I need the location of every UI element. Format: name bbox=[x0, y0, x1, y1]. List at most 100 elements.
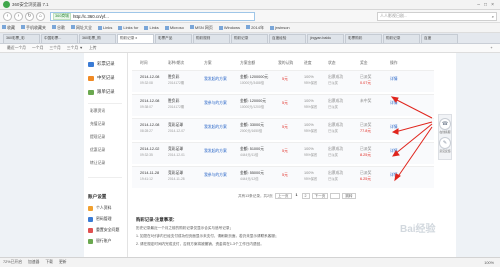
url-text[interactable]: http://c.360.cn/yf... bbox=[73, 14, 109, 19]
account-icon bbox=[88, 238, 93, 244]
account-item[interactable]: 银行账户 bbox=[88, 238, 112, 244]
bookmark-item[interactable]: Links bbox=[98, 25, 112, 30]
record-date: 2014-12-08 bbox=[140, 123, 160, 127]
plan-link[interactable]: 我发起的方案 bbox=[204, 77, 227, 82]
plan-link[interactable]: 我参与的方案 bbox=[204, 173, 227, 178]
browser-tab[interactable]: 购彩规则 bbox=[193, 34, 230, 43]
minimize-icon[interactable]: – bbox=[477, 2, 480, 8]
home-button[interactable]: ⌂ bbox=[36, 11, 45, 21]
browser-tab[interactable]: 购彩记录 bbox=[231, 34, 268, 43]
next-page-button[interactable]: 下一页 bbox=[311, 193, 329, 199]
sidebar-item[interactable]: 跟单记录 bbox=[88, 89, 115, 95]
record-icon bbox=[88, 89, 94, 95]
status-item[interactable]: 更新 bbox=[59, 260, 67, 265]
bookmark-icon bbox=[2, 25, 6, 30]
maximize-icon[interactable]: □ bbox=[484, 2, 487, 8]
sidebar-divider bbox=[88, 103, 122, 104]
ticket-status: 出票成功 bbox=[328, 171, 344, 175]
browser-tab[interactable]: jingyan.baidu bbox=[307, 34, 344, 43]
refresh-button[interactable]: ↻ bbox=[25, 11, 34, 21]
page-number[interactable]: 1 bbox=[293, 193, 300, 199]
browser-tab[interactable]: 购彩记录 bbox=[383, 34, 420, 43]
close-icon[interactable]: × bbox=[491, 2, 494, 8]
detail-link[interactable]: 详情 bbox=[390, 125, 398, 130]
plan-amount: 金额: 51000元 bbox=[240, 147, 265, 151]
bookmark-item[interactable]: MSN 网页 bbox=[189, 25, 213, 31]
detail-link[interactable]: 详情 bbox=[390, 173, 398, 178]
sidebar-item[interactable]: 中奖记录 bbox=[88, 75, 115, 81]
bookmark-item[interactable]: 收藏 bbox=[2, 25, 15, 31]
toolbar-item[interactable]: 上传 bbox=[89, 46, 97, 51]
status-left[interactable]: 72%已开启 bbox=[3, 260, 22, 265]
sidebar-subitem[interactable]: 充值记录 bbox=[90, 122, 105, 127]
sidebar-subitem[interactable]: 提现记录 bbox=[90, 135, 105, 140]
address-bar[interactable]: 360商城 http://c.360.cn/yf... bbox=[50, 11, 255, 21]
browser-tab[interactable]: 百度经验 bbox=[269, 34, 306, 43]
bookmark-item[interactable]: Windows bbox=[218, 25, 240, 30]
bookmark-item[interactable]: Links bbox=[144, 25, 159, 30]
bookmark-item[interactable]: Microso bbox=[164, 25, 184, 30]
customer-service-icon[interactable]: ☎ bbox=[439, 118, 451, 130]
account-item[interactable]: 个人资料 bbox=[88, 205, 112, 211]
bookmark-icon bbox=[21, 25, 25, 30]
browser-tab[interactable]: 360彩票_购 bbox=[79, 34, 116, 43]
bookmark-item[interactable]: 手机收藏夹 bbox=[21, 25, 46, 31]
bookmark-item[interactable]: 谷歌 bbox=[52, 25, 65, 31]
search-icon[interactable]: ⌕ bbox=[492, 14, 494, 19]
browser-tab[interactable]: 彩票产品 bbox=[155, 34, 192, 43]
ticket-status: 出票成功 bbox=[328, 99, 344, 103]
feedback-icon[interactable]: ✎ bbox=[439, 137, 451, 149]
plan-link[interactable]: 我参与的方案 bbox=[204, 101, 227, 106]
record-date: 2014-11-28 bbox=[140, 171, 160, 175]
toolbar-item[interactable]: 一个月 bbox=[32, 46, 43, 51]
browser-tab[interactable]: 中国彩票... bbox=[41, 34, 78, 43]
bookmark-item[interactable]: jrwinson bbox=[269, 25, 290, 30]
plan-link[interactable]: 我发起的方案 bbox=[204, 149, 227, 154]
toolbar-item[interactable]: 三个月 bbox=[49, 46, 60, 51]
detail-link[interactable]: 详情 bbox=[390, 149, 398, 154]
status-item[interactable]: 下载 bbox=[45, 260, 53, 265]
goto-page-input[interactable] bbox=[330, 193, 341, 199]
account-item-label: 密码管理 bbox=[96, 216, 112, 221]
status-bar: 72%已开启 加速器 下载 更新 100% bbox=[0, 257, 500, 267]
forward-button[interactable]: › bbox=[14, 11, 23, 21]
back-button[interactable]: ‹ bbox=[3, 11, 12, 21]
lottery-issue: 2014-12-07 bbox=[168, 128, 185, 133]
table-header: 时间 bbox=[140, 61, 148, 65]
browser-tab[interactable]: 百度 bbox=[421, 34, 458, 43]
plan-link[interactable]: 我发起的方案 bbox=[204, 125, 227, 130]
toolbar-item[interactable]: 三个月 ▼ bbox=[67, 46, 83, 51]
browser-tab[interactable]: 彩票购彩 bbox=[345, 34, 382, 43]
prize-label: 未中奖 bbox=[360, 99, 372, 103]
account-item[interactable]: 密码管理 bbox=[88, 216, 112, 222]
guarantee-value: 95%保底 bbox=[304, 80, 318, 85]
sidebar-subitem[interactable]: 转让记录 bbox=[90, 161, 105, 166]
bookmark-icon bbox=[164, 25, 169, 30]
lottery-issue: 2014172期 bbox=[168, 104, 185, 109]
goto-button[interactable]: 跳转 bbox=[342, 193, 356, 199]
prev-page-button[interactable]: 上一页 bbox=[274, 193, 292, 199]
sidebar-subitem[interactable]: 彩票资讯 bbox=[90, 109, 105, 114]
browser-tab[interactable]: 360彩票_彩 bbox=[3, 34, 40, 43]
page-number[interactable]: 2 bbox=[301, 193, 310, 199]
search-input[interactable]: 人人影视日剧... ⌕ bbox=[377, 11, 497, 21]
payout-status: 已派奖 bbox=[328, 104, 338, 109]
bookmark-item[interactable]: 网址大全 bbox=[71, 25, 92, 31]
bookmark-item[interactable]: 2014年 bbox=[246, 25, 264, 31]
zoom-level[interactable]: 100% bbox=[484, 261, 494, 265]
account-item[interactable]: 重置安全问题 bbox=[88, 227, 119, 233]
detail-link[interactable]: 详情 bbox=[390, 101, 398, 106]
record-time: 19:41:12 bbox=[140, 176, 153, 181]
bookmark-icon bbox=[52, 25, 56, 30]
new-tab-button[interactable]: + bbox=[487, 46, 496, 50]
sidebar-subitem[interactable]: 优惠记录 bbox=[90, 148, 105, 153]
sidebar-item[interactable]: 彩票记录 bbox=[88, 61, 115, 67]
detail-link[interactable]: 详情 bbox=[390, 77, 398, 82]
bookmark-icon bbox=[118, 25, 123, 30]
account-item-label: 银行账户 bbox=[96, 238, 112, 243]
bookmark-label: Microso bbox=[169, 25, 184, 30]
toolbar-item[interactable]: 最近一个月 bbox=[7, 46, 26, 51]
status-item[interactable]: 加速器 bbox=[28, 260, 39, 265]
bookmark-item[interactable]: Links for bbox=[118, 25, 138, 30]
browser-tab[interactable]: 购彩记录 x bbox=[117, 34, 154, 43]
